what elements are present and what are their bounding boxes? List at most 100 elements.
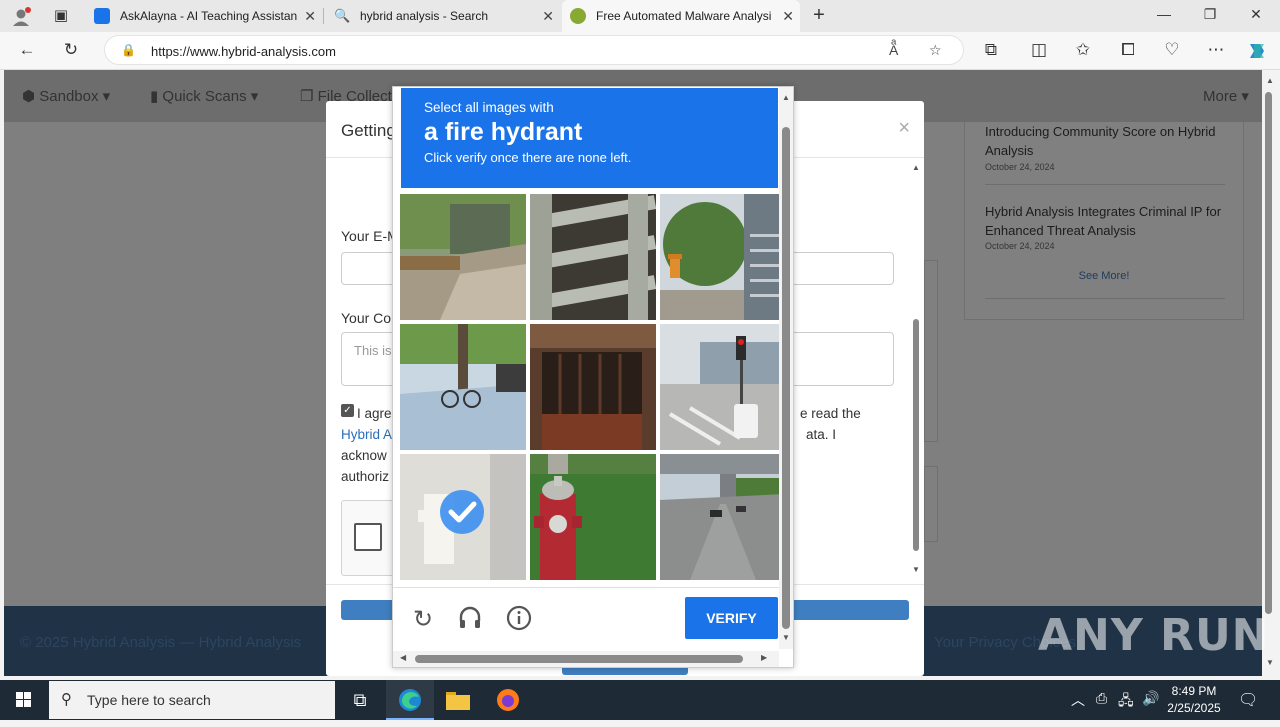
tab-actions-icon[interactable]: ▣ bbox=[50, 6, 72, 24]
hybrid-analysis-favicon-icon bbox=[570, 8, 586, 24]
tab-title: hybrid analysis - Search bbox=[360, 9, 489, 23]
refresh-icon[interactable]: ↻ bbox=[60, 40, 82, 60]
tab-separator bbox=[323, 8, 324, 24]
copilot-icon[interactable] bbox=[1246, 40, 1268, 67]
nav-sandbox[interactable]: ⬢ Sandbox ▾ bbox=[22, 87, 110, 105]
nav-label: More bbox=[1203, 88, 1238, 105]
scroll-left-icon[interactable]: ◀ bbox=[400, 653, 406, 662]
scrollbar-thumb[interactable] bbox=[782, 127, 790, 629]
browser-essentials-icon[interactable]: ♡ bbox=[1161, 40, 1183, 60]
tile-wooden-fence[interactable] bbox=[530, 194, 656, 320]
close-icon[interactable]: × bbox=[898, 117, 910, 140]
taskbar-clock[interactable]: 8:49 PM 2/25/2025 bbox=[1166, 683, 1222, 717]
prompt-line-1: Select all images with bbox=[424, 100, 554, 115]
tile-street-sidewalk[interactable] bbox=[400, 194, 526, 320]
divider bbox=[393, 587, 783, 588]
firefox-icon[interactable] bbox=[484, 680, 532, 720]
address-bar: ← ↻ 🔒 https://www.hybrid-analysis.com Aͣ… bbox=[0, 32, 1280, 70]
close-tab-icon[interactable]: ✕ bbox=[542, 8, 554, 25]
nav-quick-scans[interactable]: ▮ Quick Scans ▾ bbox=[150, 87, 258, 105]
tab-hybrid-search[interactable]: 🔍 hybrid analysis - Search ✕ bbox=[326, 0, 560, 32]
tab-title: Free Automated Malware Analysi bbox=[596, 9, 772, 23]
restore-icon[interactable]: ❐ bbox=[1200, 6, 1220, 23]
clock-date: 2/25/2025 bbox=[1167, 701, 1221, 715]
tile-bicycle-street[interactable] bbox=[400, 324, 526, 450]
tile-red-hydrant[interactable] bbox=[530, 454, 656, 580]
volume-icon[interactable]: 🔊 bbox=[1142, 690, 1159, 707]
agree-line-3: acknow bbox=[341, 448, 387, 463]
tab-askalayna[interactable]: AskAlayna - AI Teaching Assistan ✕ bbox=[86, 0, 322, 32]
scrollbar-thumb[interactable] bbox=[913, 319, 919, 551]
askalayna-favicon-icon bbox=[94, 8, 110, 24]
nav-label: Sandbox bbox=[39, 88, 99, 105]
recaptcha-checkbox[interactable] bbox=[354, 523, 382, 551]
scrollbar-thumb[interactable] bbox=[415, 655, 743, 663]
news-title[interactable]: Hybrid Analysis Integrates Criminal IP f… bbox=[985, 202, 1225, 240]
close-tab-icon[interactable]: ✕ bbox=[304, 8, 316, 25]
scroll-down-icon[interactable]: ▼ bbox=[782, 633, 790, 642]
file-explorer-icon[interactable] bbox=[434, 680, 482, 720]
news-panel: Introducing Community Score on Hybrid An… bbox=[964, 122, 1244, 320]
news-title[interactable]: Introducing Community Score on Hybrid An… bbox=[985, 122, 1225, 160]
split-screen-icon[interactable]: ◫ bbox=[1028, 40, 1050, 60]
windows-taskbar: ⚲ Type here to search ⧉ ︿ ⎙ 🖧 🔊 8:49 PM … bbox=[0, 680, 1280, 720]
url-field[interactable]: 🔒 https://www.hybrid-analysis.com Aͣ ☆ bbox=[104, 35, 964, 65]
footer-copyright: © 2025 Hybrid Analysis — Hybrid Analysis bbox=[20, 634, 302, 651]
tile-intersection-traffic-light[interactable] bbox=[660, 324, 786, 450]
nav-more[interactable]: More ▾ bbox=[1203, 87, 1249, 105]
tile-metal-gate[interactable] bbox=[530, 324, 656, 450]
device-icon[interactable]: ⎙ bbox=[1096, 690, 1107, 707]
agree-checkbox[interactable]: ✓ bbox=[341, 404, 354, 417]
more-options-icon[interactable]: ⋯ bbox=[1205, 40, 1227, 60]
refresh-icon[interactable]: ↻ bbox=[408, 605, 438, 635]
back-icon[interactable]: ← bbox=[16, 40, 38, 60]
info-icon[interactable] bbox=[504, 605, 534, 635]
scrollbar-thumb[interactable] bbox=[1265, 92, 1272, 614]
tile-building-hydrant[interactable] bbox=[660, 194, 786, 320]
agree-line-4: authoriz bbox=[341, 469, 390, 484]
captcha-prompt: Select all images with a fire hydrant Cl… bbox=[401, 88, 778, 188]
lock-icon: 🔒 bbox=[121, 43, 136, 57]
scroll-right-icon[interactable]: ▶ bbox=[761, 653, 767, 662]
see-more-link[interactable]: See More! bbox=[965, 270, 1243, 282]
scroll-up-icon[interactable]: ▲ bbox=[782, 93, 790, 102]
extensions-icon[interactable]: ⧉ bbox=[980, 40, 1002, 60]
captcha-vertical-scrollbar[interactable]: ▲ ▼ bbox=[779, 87, 793, 649]
close-tab-icon[interactable]: ✕ bbox=[782, 8, 794, 25]
scroll-up-icon[interactable]: ▲ bbox=[912, 163, 920, 172]
close-window-icon[interactable]: ✕ bbox=[1246, 6, 1266, 23]
profile-icon[interactable] bbox=[10, 6, 32, 33]
search-icon: ⚲ bbox=[61, 691, 72, 708]
show-hidden-icons-icon[interactable]: ︿ bbox=[1071, 690, 1085, 710]
comment-placeholder: This is bbox=[354, 343, 392, 358]
start-button[interactable] bbox=[0, 680, 48, 720]
captcha-challenge: Select all images with a fire hydrant Cl… bbox=[392, 86, 794, 668]
read-aloud-icon[interactable]: Aͣ bbox=[889, 42, 898, 58]
clock-time: 8:49 PM bbox=[1171, 684, 1217, 698]
favorite-star-icon[interactable]: ☆ bbox=[929, 42, 942, 59]
divider bbox=[985, 298, 1225, 299]
favorites-icon[interactable]: ✩ bbox=[1072, 40, 1094, 60]
scroll-up-icon[interactable]: ▲ bbox=[1266, 76, 1274, 85]
terms-link[interactable]: Hybrid A bbox=[341, 424, 392, 445]
page-scrollbar[interactable]: ▲ ▼ bbox=[1262, 70, 1280, 676]
minimize-icon[interactable]: — bbox=[1154, 6, 1174, 22]
new-tab-icon[interactable]: + bbox=[808, 4, 830, 27]
verify-button[interactable]: VERIFY bbox=[685, 597, 778, 639]
modal-scrollbar[interactable]: ▲ ▼ bbox=[911, 163, 923, 579]
captcha-horizontal-scrollbar[interactable]: ◀ ▶ bbox=[393, 651, 779, 667]
tile-highway-bridge[interactable] bbox=[660, 454, 786, 580]
edge-taskbar-icon[interactable] bbox=[386, 680, 434, 720]
task-view-icon[interactable]: ⧉ bbox=[336, 680, 384, 720]
collections-icon[interactable]: ⧠ bbox=[1117, 40, 1139, 60]
scroll-down-icon[interactable]: ▼ bbox=[912, 565, 920, 574]
url-text: https://www.hybrid-analysis.com bbox=[151, 44, 336, 59]
audio-challenge-icon[interactable] bbox=[455, 605, 485, 635]
tab-bar: ▣ AskAlayna - AI Teaching Assistan ✕ 🔍 h… bbox=[0, 0, 1280, 32]
tile-white-hydrant[interactable] bbox=[400, 454, 526, 580]
tab-hybrid-analysis[interactable]: Free Automated Malware Analysi ✕ bbox=[562, 0, 800, 32]
notifications-icon[interactable]: 🗨 bbox=[1238, 690, 1258, 710]
nav-label: Quick Scans bbox=[162, 88, 247, 105]
network-icon[interactable]: 🖧 bbox=[1118, 690, 1134, 714]
taskbar-search-box[interactable]: ⚲ Type here to search bbox=[49, 681, 335, 719]
